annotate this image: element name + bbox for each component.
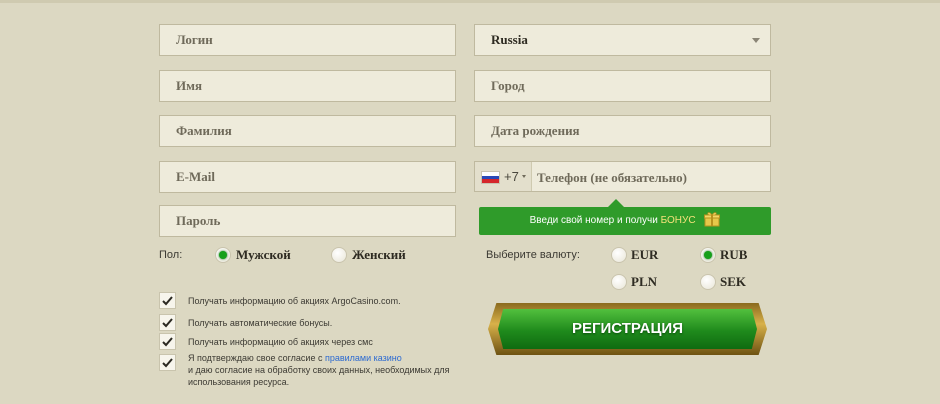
russia-flag-icon: [481, 171, 500, 184]
currency-sek-radio[interactable]: [700, 274, 716, 290]
terms-line3: использования ресурса.: [188, 377, 290, 387]
promo-email-label: Получать информацию об акциях ArgoCasino…: [188, 296, 401, 306]
bonus-banner[interactable]: Введи свой номер и получи БОНУС: [479, 207, 771, 235]
checkmark-icon: [162, 358, 173, 368]
promo-email-checkbox[interactable]: [159, 292, 176, 309]
promo-sms-label: Получать информацию об акциях через смс: [188, 337, 373, 347]
terms-line2: и даю согласие на обработку своих данных…: [188, 365, 450, 375]
checkmark-icon: [162, 296, 173, 306]
currency-sek-label[interactable]: SEK: [720, 274, 746, 290]
gift-icon: [704, 212, 721, 227]
currency-eur-label[interactable]: EUR: [631, 247, 658, 263]
country-value: Russia: [491, 32, 528, 47]
register-button-label: РЕГИСТРАЦИЯ: [572, 320, 683, 337]
casino-rules-link[interactable]: правилами казино: [325, 353, 402, 363]
terms-label: Я подтверждаю свое согласие с правилами …: [188, 352, 450, 388]
gender-male-label[interactable]: Мужской: [236, 247, 291, 263]
chevron-down-icon: [522, 175, 526, 178]
auto-bonus-label: Получать автоматические бонусы.: [188, 318, 333, 328]
register-button[interactable]: РЕГИСТРАЦИЯ: [488, 303, 767, 355]
surname-field[interactable]: [159, 115, 456, 147]
birthdate-field[interactable]: [474, 115, 771, 147]
bonus-accent: БОНУС: [660, 215, 696, 226]
top-border: [0, 0, 940, 3]
checkmark-icon: [162, 337, 173, 347]
city-field[interactable]: [474, 70, 771, 102]
currency-rub-label[interactable]: RUB: [720, 247, 747, 263]
chevron-down-icon: [752, 38, 760, 43]
terms-checkbox[interactable]: [159, 354, 176, 371]
bonus-text: Введи свой номер и получи: [529, 215, 661, 226]
currency-pln-label[interactable]: PLN: [631, 274, 657, 290]
login-field[interactable]: [159, 24, 456, 56]
gender-female-label[interactable]: Женский: [352, 247, 406, 263]
gender-label: Пол:: [159, 249, 183, 261]
email-field[interactable]: [159, 161, 456, 193]
currency-label: Выберите валюту:: [486, 249, 580, 261]
phone-country-code-select[interactable]: +7: [475, 162, 532, 191]
currency-eur-radio[interactable]: [611, 247, 627, 263]
phone-field-group: +7: [474, 161, 778, 193]
password-field[interactable]: [159, 205, 456, 237]
gender-female-radio[interactable]: [331, 247, 347, 263]
phone-code: +7: [504, 169, 519, 184]
name-field[interactable]: [159, 70, 456, 102]
currency-rub-radio[interactable]: [700, 247, 716, 263]
promo-sms-checkbox[interactable]: [159, 333, 176, 350]
auto-bonus-checkbox[interactable]: [159, 314, 176, 331]
phone-input[interactable]: [531, 162, 778, 193]
gender-male-radio[interactable]: [215, 247, 231, 263]
country-select[interactable]: Russia: [474, 24, 771, 56]
terms-prefix: Я подтверждаю свое согласие с: [188, 353, 325, 363]
currency-pln-radio[interactable]: [611, 274, 627, 290]
checkmark-icon: [162, 318, 173, 328]
